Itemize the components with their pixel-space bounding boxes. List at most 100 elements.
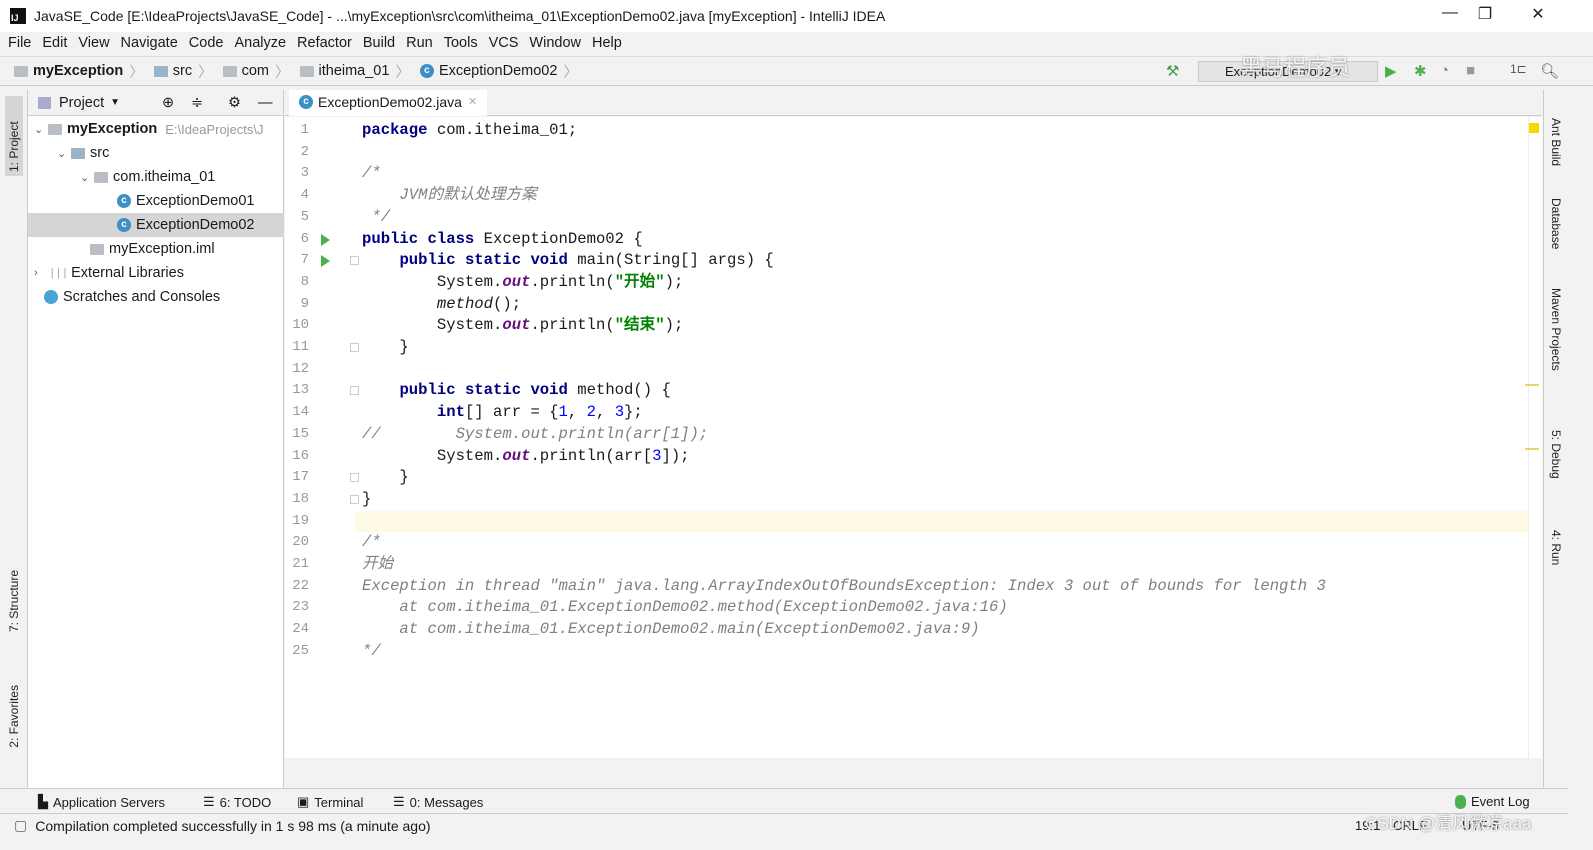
expand-arrow-icon[interactable]: ⌄ xyxy=(80,171,94,184)
expand-arrow-icon[interactable]: ⌄ xyxy=(57,147,71,160)
application-servers-button[interactable]: ▙ Application Servers xyxy=(38,794,165,810)
editor-scrollbar[interactable] xyxy=(1525,117,1542,758)
close-tab-icon[interactable]: ✕ xyxy=(468,95,477,108)
expand-arrow-icon[interactable]: › xyxy=(34,267,48,279)
terminal-button[interactable]: ▣ Terminal xyxy=(297,794,363,810)
menu-view[interactable]: View xyxy=(78,35,109,51)
menu-window[interactable]: Window xyxy=(529,35,581,51)
right-tool-ant-build[interactable]: Ant Build xyxy=(1549,118,1563,166)
breadcrumb-com[interactable]: com 〉 xyxy=(222,61,296,82)
project-tool-button[interactable]: 1: Project xyxy=(5,96,23,176)
code-line[interactable]: package com.itheima_01; xyxy=(362,120,577,142)
project-structure-icon[interactable]: 1⊏ xyxy=(1510,62,1527,76)
search-icon[interactable]: 🔍︎ xyxy=(1540,62,1559,80)
run-icon[interactable]: ▶ xyxy=(1385,62,1397,80)
tree-item[interactable]: › ❘❘❘ External Libraries xyxy=(28,261,284,285)
close-button[interactable]: ✕ xyxy=(1518,4,1558,28)
code-line[interactable]: System.out.println(arr[3]); xyxy=(362,446,690,468)
right-tool-maven-projects[interactable]: Maven Projects xyxy=(1549,288,1563,371)
breadcrumb-module[interactable]: myException 〉 xyxy=(14,61,150,82)
code-line[interactable]: */ xyxy=(362,641,381,663)
menu-run[interactable]: Run xyxy=(406,35,433,51)
event-log-button[interactable]: Event Log xyxy=(1455,794,1530,809)
breadcrumb-class[interactable]: c ExceptionDemo02 〉 xyxy=(419,61,584,82)
project-view-select[interactable]: Project xyxy=(59,95,104,111)
status-message[interactable]: Compilation completed successfully in 1 … xyxy=(35,818,430,834)
window-title: JavaSE_Code [E:\IdeaProjects\JavaSE_Code… xyxy=(34,8,886,24)
messages-button[interactable]: ☰ 0: Messages xyxy=(393,794,483,810)
code-editor[interactable]: 1 2 3 4 5 6 7 8 9 10 11 12 13 14 15 16 17 18 19 20 21 22 23 24 2… xyxy=(285,117,1528,758)
menu-analyze[interactable]: Analyze xyxy=(234,35,286,51)
warning-stripe[interactable] xyxy=(1525,384,1539,386)
locate-icon[interactable]: ⊕ xyxy=(162,95,174,111)
debug-icon[interactable]: ✱ xyxy=(1414,62,1427,80)
coverage-icon[interactable]: ◔ xyxy=(1440,62,1449,79)
right-tool-4-run[interactable]: 4: Run xyxy=(1549,530,1563,565)
tree-item[interactable]: myException.iml xyxy=(28,237,284,261)
menu-code[interactable]: Code xyxy=(189,35,224,51)
code-line[interactable]: public static void main(String[] args) { xyxy=(362,250,773,272)
code-line[interactable]: public class ExceptionDemo02 { xyxy=(362,229,643,251)
run-gutter-icon[interactable] xyxy=(321,255,330,268)
code-line[interactable]: int[] arr = {1, 2, 3}; xyxy=(362,402,643,424)
code-token: public static void xyxy=(399,251,568,270)
fold-marker-icon[interactable] xyxy=(350,343,359,352)
maximize-button[interactable]: ❐ xyxy=(1465,4,1505,28)
breadcrumb-src[interactable]: src 〉 xyxy=(153,61,219,82)
code-line[interactable]: System.out.println("开始"); xyxy=(362,272,683,294)
structure-tool-button[interactable]: 7: Structure xyxy=(7,570,21,632)
minimize-button[interactable]: — xyxy=(1430,4,1470,28)
right-tool-database[interactable]: Database xyxy=(1549,198,1563,249)
tree-item[interactable]: ⌄ src xyxy=(28,141,284,165)
build-hammer-icon[interactable]: ⚒ xyxy=(1166,62,1179,80)
toggle-tool-windows-icon[interactable]: ▢ xyxy=(14,817,27,834)
tree-item[interactable]: ⌄ com.itheima_01 xyxy=(28,165,284,189)
code-line[interactable]: System.out.println("结束"); xyxy=(362,315,683,337)
tree-item[interactable]: Scratches and Consoles xyxy=(28,285,284,309)
expand-arrow-icon[interactable]: ⌄ xyxy=(34,123,48,136)
menu-help[interactable]: Help xyxy=(592,35,622,51)
fold-marker-icon[interactable] xyxy=(350,386,359,396)
hide-panel-icon[interactable]: — xyxy=(258,95,273,111)
menu-file[interactable]: File xyxy=(8,35,31,51)
fold-marker-icon[interactable] xyxy=(350,256,359,266)
right-tool-5-debug[interactable]: 5: Debug xyxy=(1549,430,1563,479)
menu-edit[interactable]: Edit xyxy=(42,35,67,51)
stop-icon[interactable]: ■ xyxy=(1466,62,1475,79)
code-line[interactable]: } xyxy=(362,467,408,489)
warning-stripe[interactable] xyxy=(1525,448,1539,450)
collapse-all-icon[interactable]: ≑ xyxy=(191,95,203,111)
tab-exceptiondemo02[interactable]: c ExceptionDemo02.java ✕ xyxy=(289,90,488,116)
code-line[interactable]: public static void method() { xyxy=(362,380,670,402)
code-line[interactable]: // System.out.println(arr[1]); xyxy=(362,424,708,446)
code-line[interactable]: /* xyxy=(362,163,381,185)
code-line[interactable]: at com.itheima_01.ExceptionDemo02.main(E… xyxy=(362,619,979,641)
code-line[interactable]: JVM的默认处理方案 xyxy=(362,185,536,207)
line-number: 13 xyxy=(292,382,309,399)
project-view-icon xyxy=(38,96,51,109)
code-line[interactable]: method(); xyxy=(362,294,521,316)
menu-tools[interactable]: Tools xyxy=(444,35,478,51)
breadcrumb-itheima[interactable]: itheima_01 〉 xyxy=(299,61,416,82)
tree-item[interactable]: c ExceptionDemo01 xyxy=(28,189,284,213)
fold-marker-icon[interactable] xyxy=(350,473,359,483)
code-line[interactable]: /* xyxy=(362,532,381,554)
fold-marker-icon[interactable] xyxy=(350,494,359,504)
menu-navigate[interactable]: Navigate xyxy=(121,35,178,51)
tree-item[interactable]: ⌄ myException E:\IdeaProjects\J xyxy=(28,117,284,141)
gear-icon[interactable]: ⚙ xyxy=(228,95,241,111)
code-line[interactable]: */ xyxy=(362,207,390,229)
code-line[interactable]: } xyxy=(362,337,408,359)
code-line[interactable]: Exception in thread "main" java.lang.Arr… xyxy=(362,576,1326,598)
tree-item[interactable]: c ExceptionDemo02 xyxy=(28,213,284,237)
run-gutter-icon[interactable] xyxy=(321,233,330,246)
code-line[interactable]: at com.itheima_01.ExceptionDemo02.method… xyxy=(362,597,1007,619)
menu-vcs[interactable]: VCS xyxy=(489,35,519,51)
favorites-tool-button[interactable]: 2: Favorites xyxy=(7,685,21,748)
inspection-status-icon[interactable] xyxy=(1529,123,1539,133)
menu-refactor[interactable]: Refactor xyxy=(297,35,352,51)
todo-button[interactable]: ☰ 6: TODO xyxy=(203,794,271,810)
code-line[interactable]: } xyxy=(362,489,371,511)
menu-build[interactable]: Build xyxy=(363,35,395,51)
code-line[interactable]: 开始 xyxy=(362,554,393,576)
